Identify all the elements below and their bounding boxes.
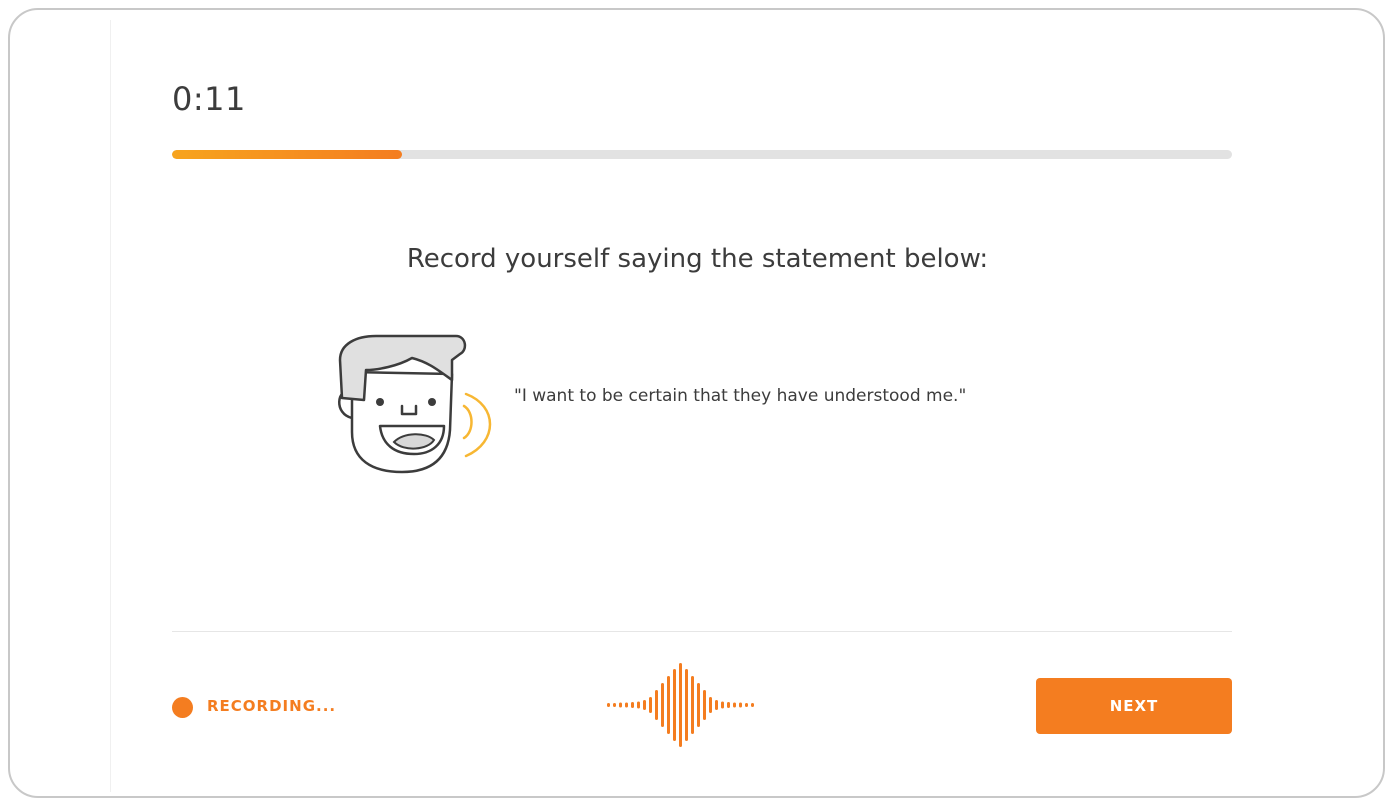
waveform-bar	[619, 702, 622, 708]
waveform-bar	[643, 700, 646, 710]
audio-waveform-icon	[607, 663, 754, 747]
footer-divider	[172, 631, 1232, 632]
waveform-bar	[739, 702, 742, 708]
waveform-bar	[721, 701, 724, 709]
left-divider	[110, 20, 111, 792]
instruction-text: Record yourself saying the statement bel…	[406, 244, 989, 274]
waveform-bar	[691, 676, 694, 734]
waveform-bar	[727, 702, 730, 708]
waveform-bar	[649, 697, 652, 713]
next-button[interactable]: NEXT	[1036, 678, 1232, 734]
timer-progress-fill	[172, 150, 403, 159]
waveform-bar	[733, 702, 736, 708]
waveform-bar	[655, 690, 658, 720]
waveform-bar	[607, 703, 610, 707]
waveform-bar	[685, 669, 688, 741]
waveform-bar	[703, 690, 706, 720]
statement-text: "I want to be certain that they have und…	[514, 386, 967, 406]
waveform-bar	[631, 702, 634, 708]
waveform-bar	[709, 697, 712, 713]
waveform-bar	[679, 663, 682, 747]
waveform-bar	[661, 683, 664, 727]
speaking-face-icon	[338, 334, 492, 474]
countdown-timer: 0:11	[172, 80, 246, 118]
timer-progress-bar	[172, 150, 1232, 159]
waveform-bar	[745, 703, 748, 707]
waveform-bar	[751, 703, 754, 707]
waveform-bar	[613, 703, 616, 707]
waveform-bar	[673, 669, 676, 741]
waveform-bar	[667, 676, 670, 734]
recording-status-label: RECORDING...	[207, 697, 337, 715]
waveform-bar	[625, 702, 628, 708]
recording-dot-icon	[172, 697, 193, 718]
waveform-bar	[715, 700, 718, 710]
waveform-bar	[637, 701, 640, 709]
waveform-bar	[697, 683, 700, 727]
